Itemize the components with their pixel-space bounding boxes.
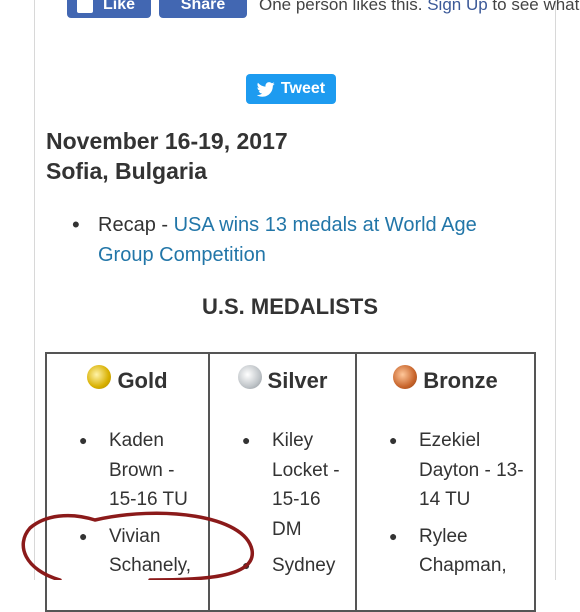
silver-column: Silver Kiley Locket - 15-16 DM Sydney: [210, 354, 357, 610]
list-item: Sydney: [242, 551, 351, 581]
silver-header: Silver: [210, 365, 355, 394]
recap-list-item: • Recap - USA wins 13 medals at World Ag…: [72, 210, 512, 270]
twitter-bird-icon: [256, 81, 275, 97]
silver-label: Silver: [267, 368, 328, 393]
bronze-medal-icon: [393, 365, 418, 389]
gold-header: Gold: [47, 365, 208, 394]
like-text-suffix: to see what yo: [492, 0, 580, 14]
list-item: Rylee Chapman,: [389, 522, 530, 581]
event-dates: November 16-19, 2017: [46, 128, 288, 154]
bullet-icon: •: [72, 212, 80, 237]
bronze-list: Ezekiel Dayton - 13-14 TU Rylee Chapman,: [389, 426, 530, 588]
medalists-table: Gold Kaden Brown - 15-16 TU Vivian Schan…: [45, 352, 536, 612]
facebook-like-button[interactable]: Like: [67, 0, 151, 18]
tweet-button[interactable]: Tweet: [246, 74, 336, 104]
list-item: Kiley Locket - 15-16 DM: [242, 426, 351, 544]
share-label: Share: [180, 0, 226, 13]
facebook-share-button[interactable]: Share: [159, 0, 247, 18]
gold-label: Gold: [117, 368, 168, 393]
gold-column: Gold Kaden Brown - 15-16 TU Vivian Schan…: [47, 354, 210, 610]
like-count-text: One person likes this. Sign Up to see wh…: [259, 0, 580, 15]
gold-medal-icon: [87, 365, 112, 389]
bronze-column: Bronze Ezekiel Dayton - 13-14 TU Rylee C…: [357, 354, 534, 610]
list-item: Vivian Schanely,: [79, 522, 204, 581]
medalists-title: U.S. MEDALISTS: [201, 294, 378, 319]
like-label: Like: [103, 0, 136, 13]
silver-medal-icon: [237, 365, 262, 389]
signup-link[interactable]: Sign Up: [427, 0, 487, 14]
bronze-header: Bronze: [357, 365, 534, 394]
tweet-label: Tweet: [280, 80, 326, 97]
silver-list: Kiley Locket - 15-16 DM Sydney: [242, 426, 351, 588]
recap-prefix: Recap -: [98, 214, 169, 236]
thumbs-up-icon: [77, 0, 93, 13]
list-item: Ezekiel Dayton - 13-14 TU: [389, 426, 530, 515]
like-text-prefix: One person likes this.: [259, 0, 423, 14]
list-item: Kaden Brown - 15-16 TU: [79, 426, 204, 515]
event-location: Sofia, Bulgaria: [46, 158, 208, 184]
gold-list: Kaden Brown - 15-16 TU Vivian Schanely,: [79, 426, 204, 588]
bronze-label: Bronze: [423, 368, 498, 393]
facebook-like-bar: Like Share One person likes this. Sign U…: [67, 0, 580, 18]
